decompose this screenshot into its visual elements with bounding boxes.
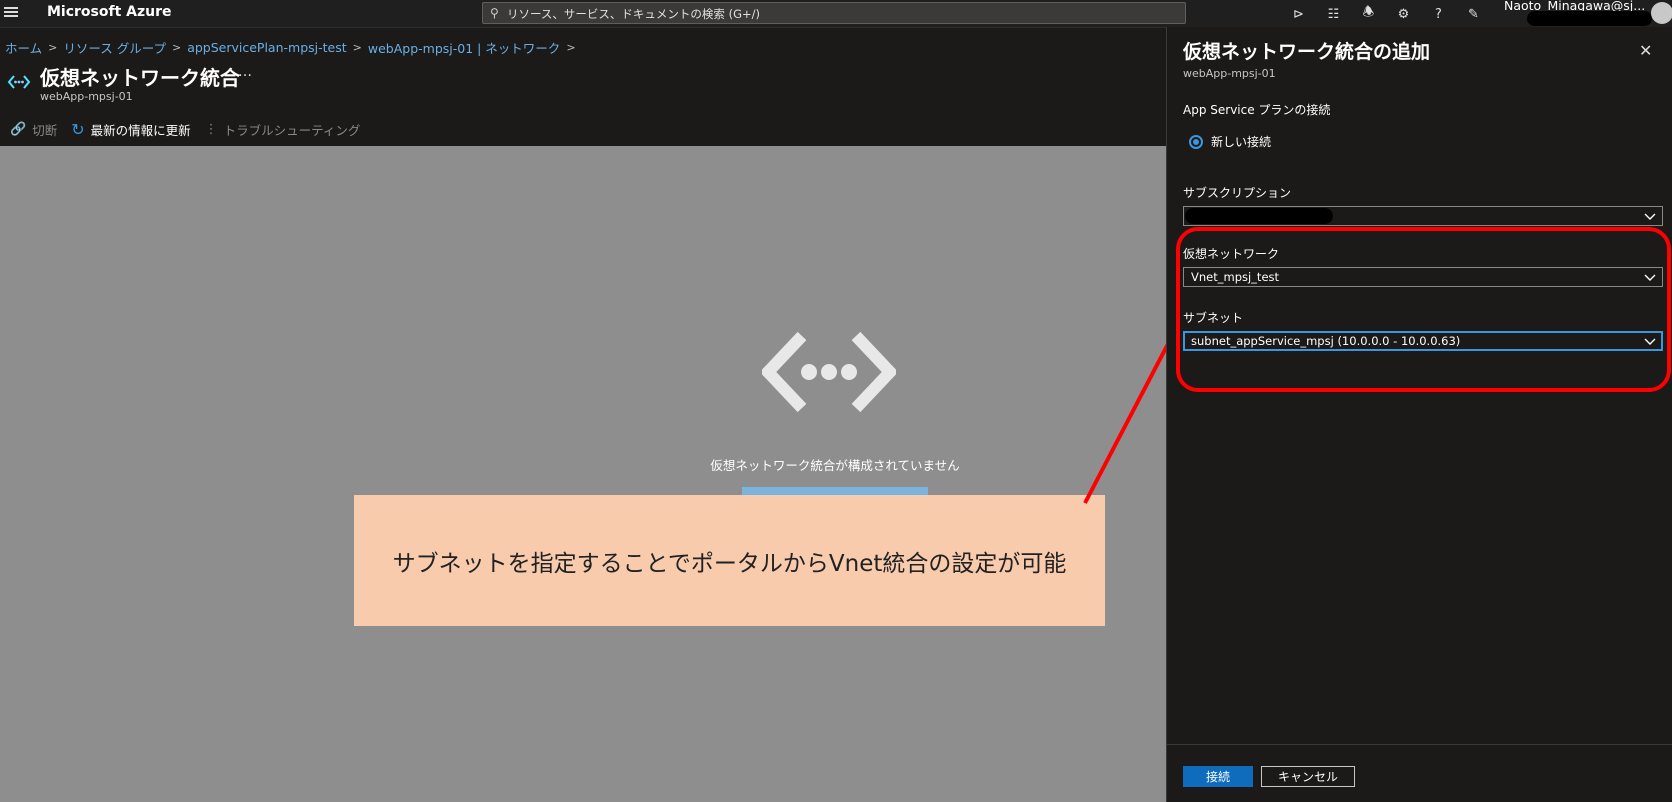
- troubleshoot-label: トラブルシューティング: [223, 123, 361, 138]
- refresh-icon: ↻: [71, 120, 85, 139]
- breadcrumb-service-plan[interactable]: appServicePlan-mpsj-test: [187, 40, 346, 55]
- panel-subtitle: webApp-mpsj-01: [1183, 67, 1276, 80]
- panel-title: 仮想ネットワーク統合の追加: [1183, 41, 1431, 63]
- chevron-down-icon: [1644, 213, 1656, 220]
- radio-selected-icon: [1189, 134, 1203, 149]
- feedback-icon[interactable]: ✎: [1456, 4, 1491, 24]
- subnet-dropdown[interactable]: subnet_appService_mpsj (10.0.0.0 - 10.0.…: [1183, 331, 1663, 351]
- annotation-callout: サブネットを指定することでポータルからVnet統合の設定が可能: [354, 495, 1105, 626]
- chevron-right-icon: >: [171, 41, 182, 54]
- more-options-button[interactable]: …: [238, 64, 252, 80]
- refresh-label: 最新の情報に更新: [90, 123, 191, 138]
- new-connection-radio[interactable]: 新しい接続: [1189, 133, 1271, 150]
- brand-title[interactable]: Microsoft Azure: [47, 4, 172, 20]
- subscription-dropdown[interactable]: [1183, 206, 1663, 226]
- troubleshoot-icon: ⋮: [204, 122, 218, 137]
- top-bar: Microsoft Azure ⚲ ⊳ ☷ 🕭 ⚙ ? ✎ Naoto_Mina…: [0, 0, 1672, 28]
- troubleshoot-button[interactable]: ⋮ トラブルシューティング: [205, 120, 361, 139]
- chevron-down-icon: [1644, 274, 1656, 281]
- add-vnet-integration-panel: 仮想ネットワーク統合の追加 webApp-mpsj-01 ✕ App Servi…: [1166, 27, 1672, 802]
- chevron-down-icon: [1644, 338, 1656, 345]
- modal-overlay[interactable]: [0, 146, 1166, 802]
- search-input[interactable]: [505, 4, 1169, 24]
- vnet-empty-state-icon: [762, 331, 896, 413]
- redacted-subscription: [1185, 208, 1333, 224]
- redacted-tenant: [1527, 11, 1652, 26]
- refresh-button[interactable]: ↻ 最新の情報に更新: [71, 120, 190, 139]
- vnet-dropdown[interactable]: Vnet_mpsj_test: [1183, 267, 1663, 287]
- breadcrumb-resource-groups[interactable]: リソース グループ: [63, 38, 166, 57]
- menu-icon[interactable]: [4, 5, 18, 19]
- directory-filter-icon[interactable]: ☷: [1316, 4, 1351, 24]
- disconnect-button[interactable]: 🔗 切断: [10, 120, 57, 139]
- search-box[interactable]: ⚲: [482, 2, 1186, 24]
- cloud-shell-icon[interactable]: ⊳: [1281, 4, 1316, 24]
- page-title: 仮想ネットワーク統合: [40, 66, 240, 90]
- new-connection-label: 新しい接続: [1211, 135, 1272, 149]
- subscription-label: サブスクリプション: [1183, 186, 1292, 200]
- unlink-icon: 🔗: [10, 122, 27, 137]
- avatar[interactable]: [1651, 2, 1672, 24]
- breadcrumb: ホーム > リソース グループ > appServicePlan-mpsj-te…: [5, 38, 582, 57]
- vnet-integration-icon: [7, 75, 31, 89]
- footer-divider: [1167, 744, 1672, 745]
- notifications-icon[interactable]: 🕭: [1351, 4, 1386, 24]
- connect-button[interactable]: 接続: [1183, 766, 1253, 787]
- subnet-label: サブネット: [1183, 311, 1244, 325]
- breadcrumb-home[interactable]: ホーム: [5, 38, 42, 57]
- help-icon[interactable]: ?: [1421, 4, 1456, 24]
- command-bar: 🔗 切断 ↻ 最新の情報に更新 ⋮ トラブルシューティング: [10, 120, 374, 139]
- plan-connection-label: App Service プランの接続: [1183, 103, 1331, 117]
- close-icon[interactable]: ✕: [1639, 41, 1652, 60]
- vnet-value: Vnet_mpsj_test: [1191, 270, 1280, 284]
- search-icon: ⚲: [490, 6, 499, 20]
- chevron-right-icon: >: [566, 41, 576, 54]
- disconnect-label: 切断: [32, 123, 58, 138]
- cancel-button[interactable]: キャンセル: [1261, 766, 1355, 787]
- chevron-right-icon: >: [352, 41, 362, 54]
- page-subtitle: webApp-mpsj-01: [40, 90, 133, 103]
- subnet-value: subnet_appService_mpsj (10.0.0.0 - 10.0.…: [1191, 334, 1461, 348]
- chevron-right-icon: >: [48, 41, 58, 54]
- settings-icon[interactable]: ⚙: [1386, 4, 1421, 24]
- vnet-label: 仮想ネットワーク: [1183, 247, 1280, 261]
- breadcrumb-webapp-network[interactable]: webApp-mpsj-01 | ネットワーク: [368, 38, 560, 57]
- topbar-icons: ⊳ ☷ 🕭 ⚙ ? ✎: [1281, 4, 1491, 24]
